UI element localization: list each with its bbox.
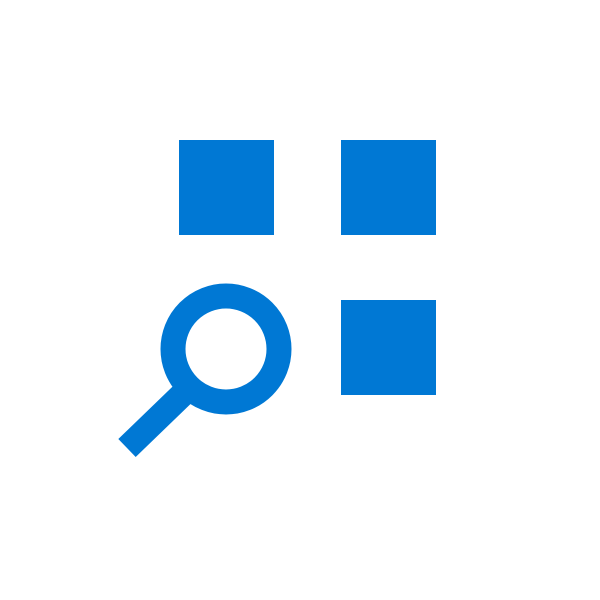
magnifier-icon (118, 283, 292, 457)
magnifier-handle (118, 382, 195, 457)
app-search-icon (0, 0, 600, 600)
magnifier-lens (160, 283, 292, 415)
